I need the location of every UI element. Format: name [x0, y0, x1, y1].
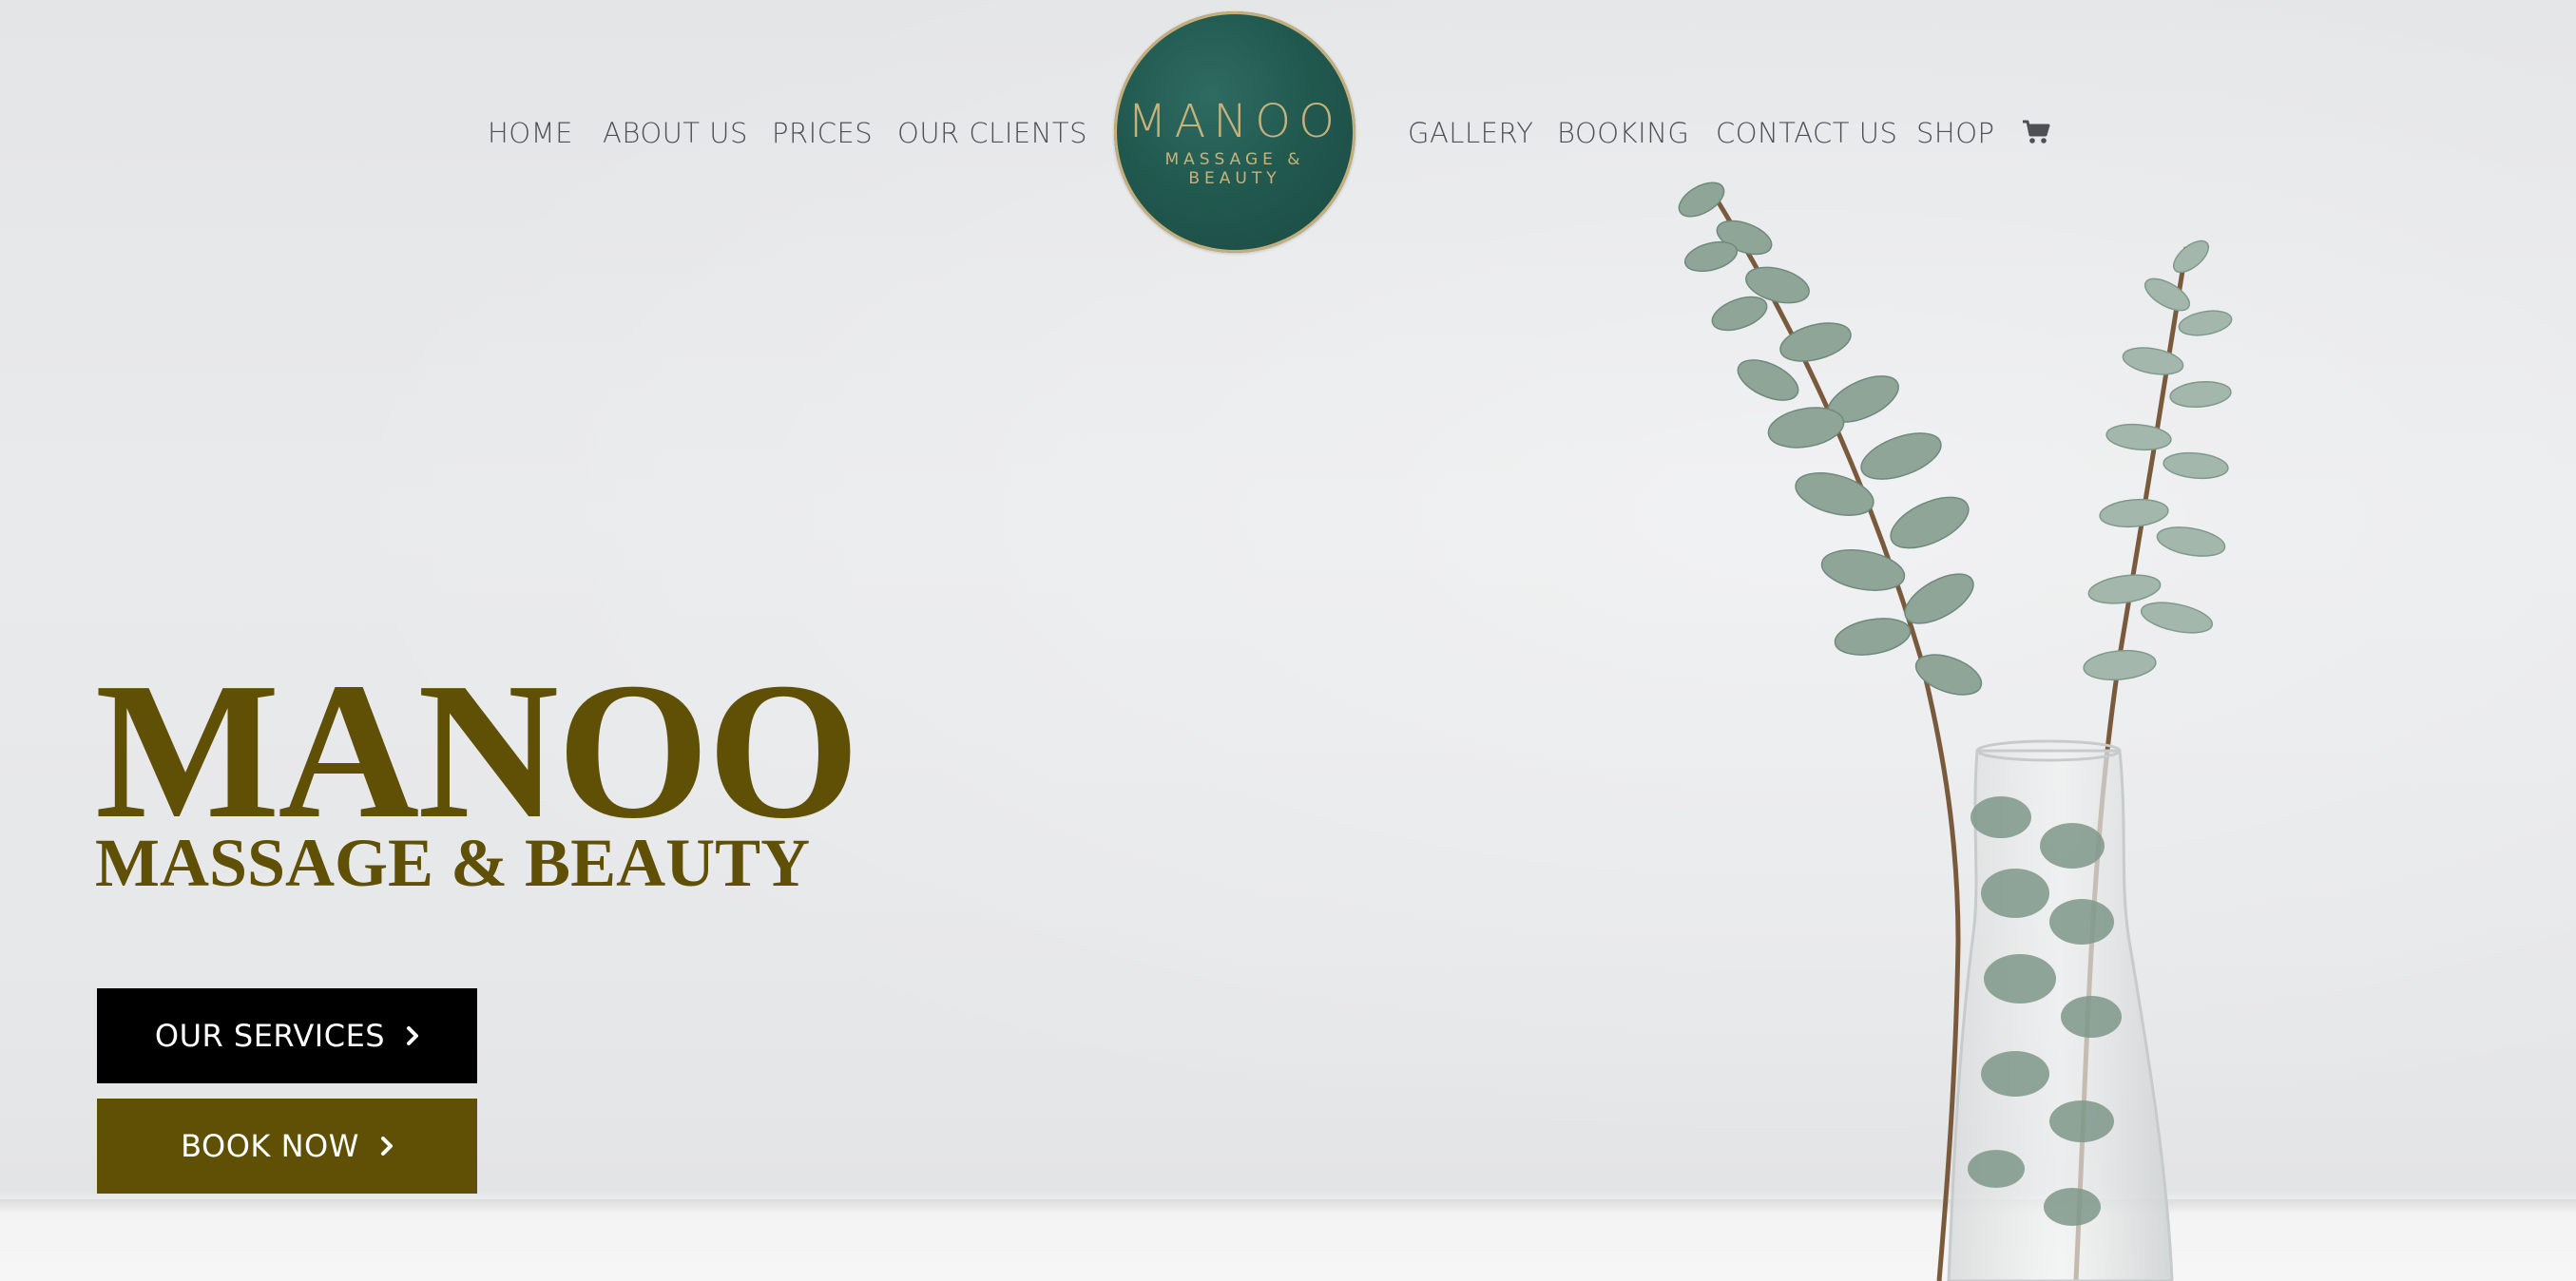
nav-prices[interactable]: PRICES: [772, 112, 873, 154]
logo-tagline: MASSAGE & BEAUTY: [1164, 150, 1305, 188]
nav-about-us[interactable]: ABOUT US: [603, 112, 748, 154]
hero-title: MANOO: [95, 641, 859, 859]
eucalyptus-vase-image: [1678, 182, 2233, 1281]
shopping-cart-icon[interactable]: [2022, 120, 2050, 144]
our-services-label: OUR SERVICES: [154, 1018, 386, 1054]
nav-booking[interactable]: BOOKING: [1557, 112, 1689, 154]
nav-home[interactable]: HOME: [488, 112, 573, 154]
nav-gallery[interactable]: GALLERY: [1408, 112, 1533, 154]
nav-contact-us[interactable]: CONTACT US: [1716, 112, 1897, 154]
chevron-right-icon: [407, 1026, 419, 1045]
nav-shop[interactable]: SHOP: [1916, 112, 1995, 154]
our-services-button[interactable]: OUR SERVICES: [97, 988, 477, 1083]
logo-name: MANOO: [1127, 95, 1342, 148]
brand-logo[interactable]: MANOO MASSAGE & BEAUTY: [1114, 11, 1355, 253]
chevron-right-icon: [380, 1137, 393, 1156]
nav-our-clients[interactable]: OUR CLIENTS: [897, 112, 1087, 154]
hero-subtitle: MASSAGE & BEAUTY: [95, 825, 811, 901]
book-now-button[interactable]: BOOK NOW: [97, 1099, 477, 1194]
book-now-label: BOOK NOW: [181, 1128, 359, 1164]
